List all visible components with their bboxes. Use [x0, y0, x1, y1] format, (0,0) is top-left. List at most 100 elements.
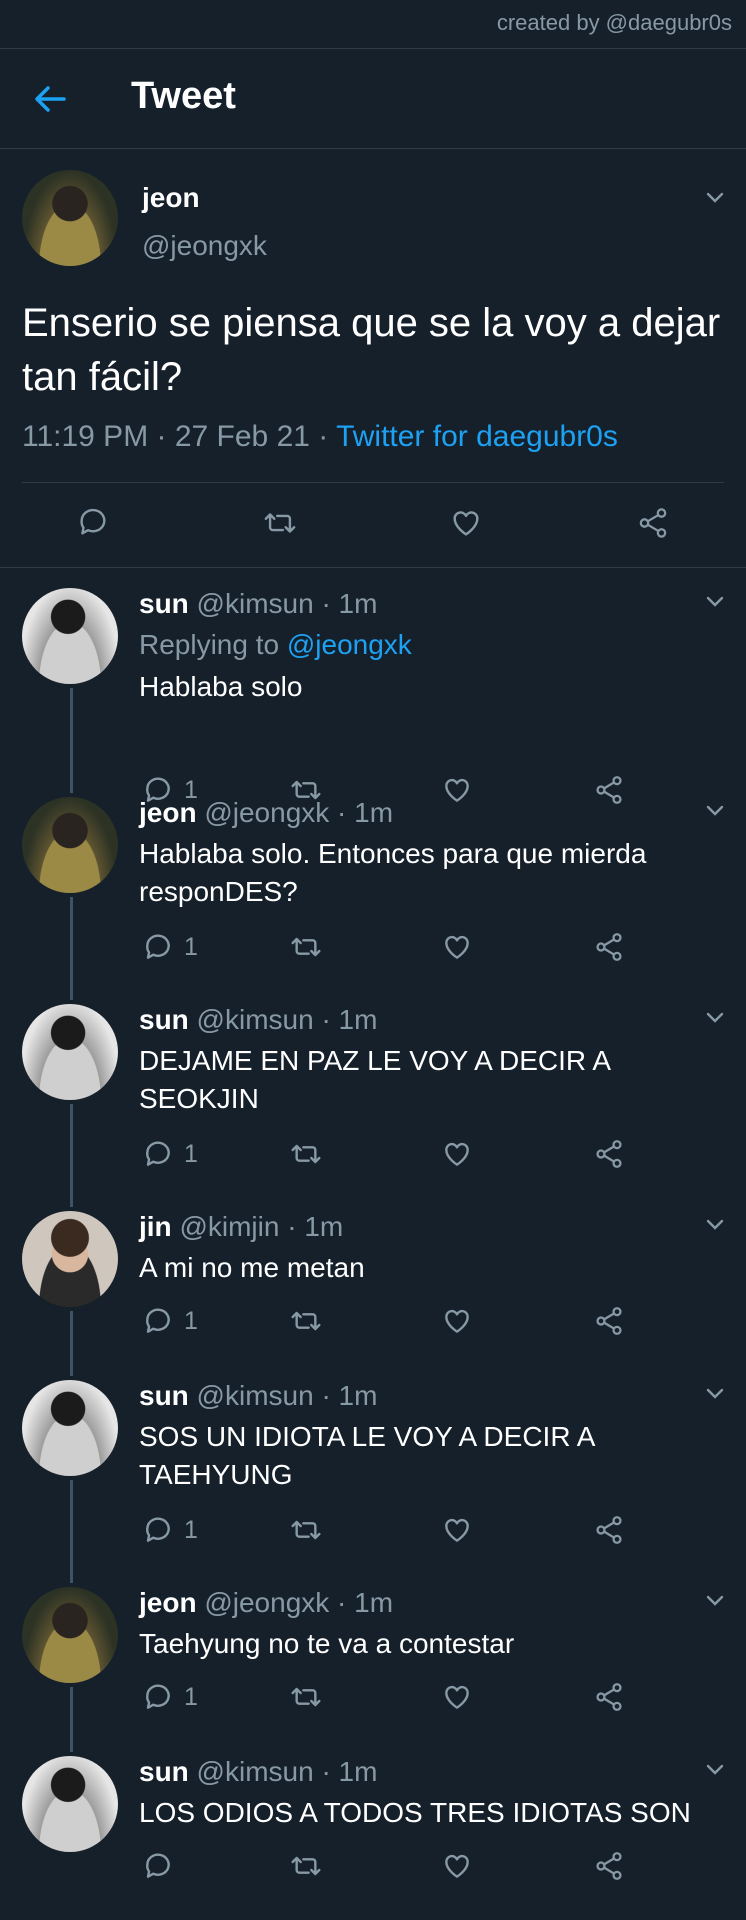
- replying-to-link[interactable]: @jeongxk: [287, 629, 412, 660]
- avatar[interactable]: [22, 170, 118, 266]
- retweet-icon[interactable]: [289, 1305, 323, 1337]
- share-icon[interactable]: [592, 1514, 626, 1546]
- reply-text: Taehyung no te va a contestar: [139, 1628, 515, 1659]
- reply-author-name[interactable]: sun: [139, 1756, 189, 1787]
- reply-count: 1: [184, 1140, 198, 1168]
- comment-icon[interactable]: [142, 1681, 174, 1713]
- retweet-icon[interactable]: [289, 1681, 323, 1713]
- comment-icon[interactable]: [142, 1305, 174, 1337]
- replying-to-label: Replying to: [139, 629, 287, 660]
- share-icon[interactable]: [592, 1850, 626, 1882]
- heart-icon[interactable]: [440, 1514, 474, 1546]
- reply-author-meta[interactable]: @kimjin · 1m: [172, 1211, 343, 1242]
- reply-author-name[interactable]: sun: [139, 588, 189, 619]
- thread-connector: [70, 1480, 73, 1583]
- avatar[interactable]: [22, 1211, 118, 1307]
- comment-icon[interactable]: [142, 1138, 174, 1170]
- avatar[interactable]: [22, 1756, 118, 1852]
- heart-icon[interactable]: [448, 506, 484, 540]
- avatar[interactable]: [22, 1004, 118, 1100]
- reply-author-name[interactable]: jin: [139, 1211, 172, 1242]
- retweet-icon[interactable]: [289, 1514, 323, 1546]
- heart-icon[interactable]: [440, 774, 474, 806]
- reply-text: A mi no me metan: [139, 1252, 365, 1283]
- heart-icon[interactable]: [440, 1681, 474, 1713]
- watermark-credit: created by @daegubr0s: [496, 10, 732, 35]
- comment-icon[interactable]: [76, 505, 110, 539]
- top-app-bar: Tweet: [0, 48, 746, 149]
- reply-count: 1: [184, 1307, 198, 1335]
- chevron-down-icon[interactable]: [706, 1764, 724, 1776]
- retweet-icon[interactable]: [289, 931, 323, 963]
- back-arrow-icon[interactable]: [30, 79, 70, 119]
- heart-icon[interactable]: [440, 931, 474, 963]
- share-icon[interactable]: [592, 774, 626, 806]
- avatar[interactable]: [22, 1587, 118, 1683]
- replying-to: Replying to @jeongxk: [139, 626, 709, 664]
- divider: [0, 567, 746, 568]
- page-title: Tweet: [131, 75, 236, 117]
- share-icon[interactable]: [592, 931, 626, 963]
- chevron-down-icon[interactable]: [706, 192, 724, 204]
- tweet-timestamp: 11:19 PM · 27 Feb 21 ·: [22, 420, 337, 453]
- share-icon[interactable]: [592, 1138, 626, 1170]
- reply-count: 1: [184, 1683, 198, 1711]
- reply-count: 1: [184, 1516, 198, 1544]
- reply-text: DEJAME EN PAZ LE VOY A DECIR A SEOKJIN: [139, 1045, 610, 1114]
- reply-count: 1: [184, 933, 198, 961]
- share-icon[interactable]: [592, 1305, 626, 1337]
- comment-icon[interactable]: [142, 1514, 174, 1546]
- reply-header: jeon @jeongxk · 1m: [139, 797, 393, 829]
- chevron-down-icon[interactable]: [706, 596, 724, 608]
- tweet-text: Enserio se piensa que se la voy a dejar …: [22, 301, 721, 399]
- tweet-meta: 11:19 PM · 27 Feb 21 · Twitter for daegu…: [22, 420, 618, 454]
- thread-connector: [70, 1687, 73, 1752]
- chevron-down-icon[interactable]: [706, 1219, 724, 1231]
- avatar[interactable]: [22, 797, 118, 893]
- reply-header: sun @kimsun · 1m: [139, 1004, 377, 1036]
- reply-author-meta[interactable]: @kimsun · 1m: [189, 1004, 378, 1035]
- retweet-icon[interactable]: [289, 1850, 323, 1882]
- reply-header: sun @kimsun · 1m: [139, 588, 377, 620]
- thread-connector: [70, 1104, 73, 1207]
- thread-connector: [70, 1311, 73, 1376]
- chevron-down-icon[interactable]: [706, 1012, 724, 1024]
- chevron-down-icon[interactable]: [706, 1388, 724, 1400]
- divider: [22, 482, 724, 483]
- author-handle[interactable]: @jeongxk: [142, 230, 267, 262]
- reply-text: LOS ODIOS A TODOS TRES IDIOTAS SON: [139, 1797, 691, 1828]
- comment-icon[interactable]: [142, 931, 174, 963]
- comment-icon[interactable]: [142, 1850, 174, 1882]
- reply-author-meta[interactable]: @kimsun · 1m: [189, 1756, 378, 1787]
- reply-author-meta[interactable]: @jeongxk · 1m: [197, 1587, 393, 1618]
- reply-text: Hablaba solo. Entonces para que mierda r…: [139, 838, 647, 907]
- thread-connector: [70, 897, 73, 1000]
- reply-header: sun @kimsun · 1m: [139, 1756, 377, 1788]
- heart-icon[interactable]: [440, 1850, 474, 1882]
- share-icon[interactable]: [592, 1681, 626, 1713]
- thread-connector: [70, 688, 73, 793]
- tweet-source[interactable]: Twitter for daegubr0s: [336, 420, 618, 453]
- reply-author-meta[interactable]: @kimsun · 1m: [189, 588, 378, 619]
- reply-author-meta[interactable]: @jeongxk · 1m: [197, 797, 393, 828]
- reply-author-name[interactable]: sun: [139, 1380, 189, 1411]
- reply-text: Hablaba solo: [139, 671, 303, 702]
- retweet-icon[interactable]: [262, 506, 298, 540]
- reply-author-name[interactable]: sun: [139, 1004, 189, 1035]
- chevron-down-icon[interactable]: [706, 1595, 724, 1607]
- avatar[interactable]: [22, 1380, 118, 1476]
- heart-icon[interactable]: [440, 1138, 474, 1170]
- avatar[interactable]: [22, 588, 118, 684]
- reply-author-meta[interactable]: @kimsun · 1m: [189, 1380, 378, 1411]
- reply-text: SOS UN IDIOTA LE VOY A DECIR A TAEHYUNG: [139, 1421, 594, 1490]
- reply-author-name[interactable]: jeon: [139, 797, 197, 828]
- chevron-down-icon[interactable]: [706, 805, 724, 817]
- retweet-icon[interactable]: [289, 1138, 323, 1170]
- share-icon[interactable]: [635, 506, 671, 540]
- reply-header: jeon @jeongxk · 1m: [139, 1587, 393, 1619]
- reply-header: sun @kimsun · 1m: [139, 1380, 377, 1412]
- reply-author-name[interactable]: jeon: [139, 1587, 197, 1618]
- reply-header: jin @kimjin · 1m: [139, 1211, 343, 1243]
- author-name[interactable]: jeon: [142, 182, 200, 214]
- heart-icon[interactable]: [440, 1305, 474, 1337]
